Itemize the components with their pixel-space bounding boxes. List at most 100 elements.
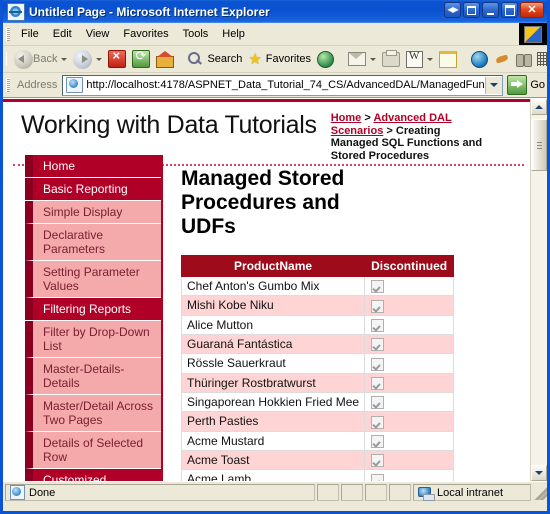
discontinued-checkbox [371,318,385,332]
sidebar-item-home[interactable]: Home [25,155,161,177]
grid-icon [537,52,547,66]
go-button[interactable]: Go [503,75,545,95]
breadcrumb-link-home[interactable]: Home [331,112,362,124]
sidebar-item-filter-by-dropdown-list[interactable]: Filter by Drop-Down List [25,321,161,358]
close-button[interactable]: ✕ [520,2,544,18]
maximize-button[interactable] [501,2,518,18]
page-scrollbar-vertical[interactable] [530,99,547,481]
menu-bar: File Edit View Favorites Tools Help [3,23,547,46]
word-icon [406,50,424,68]
edit-word-button[interactable] [403,48,436,70]
scroll-down-button[interactable] [531,465,547,481]
sidebar-item-simple-display[interactable]: Simple Display [25,201,161,224]
scrollbar-thumb[interactable] [531,119,547,171]
breadcrumb-sep-1: > [361,112,374,124]
sidebar: Home Basic Reporting Simple Display Decl… [3,155,163,481]
cell-productname: Chef Anton's Gumbo Mix [180,275,366,297]
sidebar-item-details-of-selected-row[interactable]: Details of Selected Row [25,432,161,469]
refresh-button[interactable] [129,48,153,70]
stop-icon [108,48,127,68]
menu-file[interactable]: File [14,26,46,42]
discuss-button[interactable] [491,48,513,70]
msn-button[interactable] [468,48,491,70]
cell-productname: Acme Mustard [180,430,366,451]
table-row: Guaraná Fantástica [180,333,455,355]
menu-edit[interactable]: Edit [46,26,79,42]
bird-icon [494,52,510,66]
back-arrow-icon [14,49,33,69]
stop-button[interactable] [105,48,129,70]
refresh-icon [132,48,151,68]
mail-button[interactable] [345,48,379,70]
address-label: Address [17,79,58,91]
sidebar-item-filtering-reports[interactable]: Filtering Reports [25,298,161,320]
menu-tools[interactable]: Tools [176,26,216,42]
browser-window: Untitled Page - Microsoft Internet Explo… [0,0,550,514]
discontinued-checkbox [371,396,385,410]
table-row: Mishi Kobe Niku [180,295,455,316]
mail-icon [348,52,367,66]
scrollbar-track[interactable] [531,115,547,465]
toolbar-gripper[interactable] [6,52,7,66]
address-url-text[interactable]: http://localhost:4178/ASPNET_Data_Tutori… [86,79,485,91]
home-icon [156,50,175,68]
resize-grip[interactable] [533,485,547,500]
sidebar-item-customized[interactable]: Customized [25,469,161,481]
cell-productname: Alice Mutton [180,314,366,335]
print-button[interactable] [379,48,403,70]
back-dropdown-icon[interactable] [61,57,68,61]
forward-arrow-icon [73,49,93,69]
column-header-productname[interactable]: ProductName [180,255,366,277]
group-window-button[interactable] [463,2,480,18]
column-header-discontinued[interactable]: Discontinued [364,255,455,277]
minimize-button[interactable] [482,2,499,18]
cell-discontinued [364,275,455,297]
menu-help[interactable]: Help [215,26,252,42]
table-row: Rössle Sauerkraut [180,353,455,374]
address-gripper[interactable] [6,78,10,92]
messenger-button[interactable] [436,48,460,70]
scroll-up-button[interactable] [531,99,547,115]
status-pane-1 [317,484,339,501]
sidebar-item-basic-reporting[interactable]: Basic Reporting [25,178,161,200]
sidebar-item-master-details-details[interactable]: Master-Details-Details [25,358,161,395]
address-input[interactable]: http://localhost:4178/ASPNET_Data_Tutori… [62,74,504,96]
forward-button[interactable] [70,48,105,70]
search-button[interactable]: Search [184,48,245,70]
main-content: Managed Stored Procedures and UDFs Produ… [163,155,530,481]
cell-discontinued [364,430,455,451]
discontinued-checkbox [371,299,385,313]
cell-discontinued [364,314,455,335]
discontinued-checkbox [371,473,385,481]
msn-globe-icon [471,50,489,68]
restore-left-right-button[interactable]: ◀▶ [444,2,461,18]
discontinued-checkbox [371,454,385,468]
menu-gripper[interactable] [6,27,10,41]
home-button[interactable] [153,48,176,70]
menu-view[interactable]: View [79,26,117,42]
mail-dropdown-icon[interactable] [370,57,377,61]
encarta-button[interactable] [534,48,547,70]
sidebar-item-master-detail-across-two-pages[interactable]: Master/Detail Across Two Pages [25,395,161,432]
sidebar-item-setting-parameter-values[interactable]: Setting Parameter Values [25,261,161,298]
sidebar-item-declarative-parameters[interactable]: Declarative Parameters [25,224,161,261]
ie-logo-icon [519,23,547,45]
menu-favorites[interactable]: Favorites [116,26,175,42]
back-button[interactable]: Back [11,48,70,70]
address-dropdown-button[interactable] [485,76,503,94]
research-button[interactable] [513,48,534,70]
status-text: Done [29,486,56,499]
security-zone-label: Local intranet [437,486,504,499]
note-icon [439,50,458,68]
status-pane-4 [389,484,411,501]
discontinued-checkbox [371,338,385,352]
window-client-area: File Edit View Favorites Tools Help Back [3,23,547,511]
favorites-button[interactable]: ★ Favorites [245,48,314,70]
security-zone-pane[interactable]: Local intranet [413,484,531,501]
chevron-down-icon [535,471,543,475]
media-button[interactable] [314,48,337,70]
cell-discontinued [364,333,455,355]
back-label: Back [33,53,58,65]
forward-dropdown-icon[interactable] [96,57,103,61]
edit-dropdown-icon[interactable] [427,57,434,61]
